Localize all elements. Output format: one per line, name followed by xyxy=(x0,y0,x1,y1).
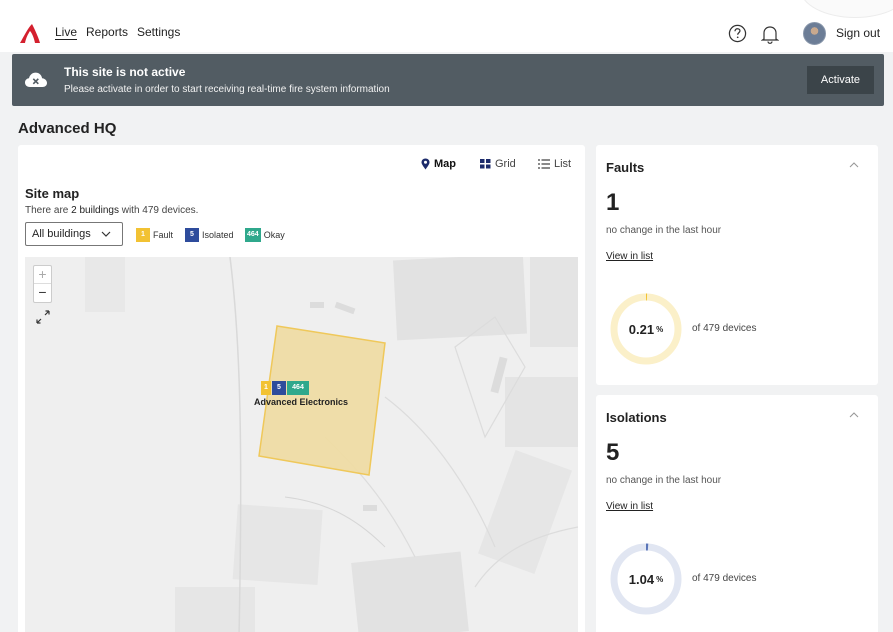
faults-of-devices: of 479 devices xyxy=(692,323,757,334)
subtitle-buildings-count: 2 buildings xyxy=(71,205,119,216)
chevron-down-icon xyxy=(101,231,111,237)
legend-okay-label: Okay xyxy=(263,230,285,240)
brand-logo-icon[interactable] xyxy=(18,22,42,44)
user-avatar[interactable] xyxy=(803,22,826,45)
isolations-title: Isolations xyxy=(606,410,667,425)
isolations-change-text: no change in the last hour xyxy=(606,475,722,486)
marker-isolated-count: 5 xyxy=(272,381,286,395)
list-icon xyxy=(538,159,550,169)
faults-count: 1 xyxy=(606,189,620,216)
legend-isolated-count: 5 xyxy=(185,228,199,242)
page-title: Advanced HQ xyxy=(18,120,117,137)
inactive-site-banner: This site is not active Please activate … xyxy=(12,54,884,106)
view-toggle-grid[interactable]: Grid xyxy=(480,158,516,170)
isolations-card: Isolations 5 no change in the last hour … xyxy=(596,395,878,632)
isolations-count: 5 xyxy=(606,439,620,466)
faults-card: Faults 1 no change in the last hour View… xyxy=(596,145,878,385)
isolations-percent-value: 1.04 xyxy=(628,571,655,587)
nav-link-reports[interactable]: Reports xyxy=(86,25,128,39)
help-icon[interactable] xyxy=(728,24,747,43)
grid-icon xyxy=(480,159,491,169)
collapse-chevron-icon[interactable] xyxy=(849,161,859,169)
nav-link-settings[interactable]: Settings xyxy=(137,25,180,39)
nav-link-live[interactable]: Live xyxy=(55,25,77,39)
legend-okay-count: 464 xyxy=(245,228,261,242)
legend-okay: 464 Okay xyxy=(245,228,285,242)
faults-title: Faults xyxy=(606,160,645,175)
legend-fault-count: 1 xyxy=(136,228,150,242)
faults-view-in-list-link[interactable]: View in list xyxy=(606,251,653,262)
subtitle-text: with 479 devices. xyxy=(118,205,199,216)
site-map-card: Map Grid List Site map There are 2 build… xyxy=(18,145,585,632)
expand-icon[interactable] xyxy=(35,309,51,325)
isolations-percent: 1.04% xyxy=(610,543,682,615)
view-toggle-list-label: List xyxy=(554,158,572,170)
view-toggle-grid-label: Grid xyxy=(495,158,516,170)
view-toggle-list[interactable]: List xyxy=(538,158,571,170)
zoom-control: + − xyxy=(33,265,52,303)
legend-fault: 1 Fault xyxy=(136,228,173,242)
banner-subtitle: Please activate in order to start receiv… xyxy=(64,84,390,95)
faults-change-text: no change in the last hour xyxy=(606,225,722,236)
zoom-out-button[interactable]: − xyxy=(34,284,51,302)
activate-button[interactable]: Activate xyxy=(807,66,874,94)
faults-percent-value: 0.21 xyxy=(628,321,655,337)
map-pin-icon xyxy=(421,158,430,170)
legend-isolated-label: Isolated xyxy=(202,230,234,240)
marker-fault-count: 1 xyxy=(261,381,271,395)
cloud-off-icon xyxy=(25,72,47,87)
site-map-subtitle: There are 2 buildings with 479 devices. xyxy=(25,205,198,216)
building-name-label[interactable]: Advanced Electronics xyxy=(254,397,348,407)
marker-okay-count: 464 xyxy=(287,381,309,395)
site-map-heading: Site map xyxy=(25,186,80,201)
isolations-of-devices: of 479 devices xyxy=(692,573,757,584)
building-status-marker[interactable]: 1 5 464 xyxy=(261,381,309,395)
corner-decoration xyxy=(800,0,893,18)
sign-out-link[interactable]: Sign out xyxy=(836,26,880,40)
building-filter-value: All buildings xyxy=(32,228,91,240)
top-nav: Live Reports Settings Sign out xyxy=(0,0,893,52)
collapse-chevron-icon[interactable] xyxy=(849,411,859,419)
zoom-in-button[interactable]: + xyxy=(34,266,51,284)
banner-title: This site is not active xyxy=(64,65,186,79)
subtitle-text: There are xyxy=(25,205,72,216)
view-toggle-map-label: Map xyxy=(434,158,456,170)
legend-fault-label: Fault xyxy=(153,230,174,240)
site-map-canvas[interactable]: + − xyxy=(25,257,578,632)
view-toggle-map[interactable]: Map xyxy=(421,158,456,170)
notification-bell-icon[interactable] xyxy=(761,24,779,44)
isolations-view-in-list-link[interactable]: View in list xyxy=(606,501,653,512)
faults-percent: 0.21% xyxy=(610,293,682,365)
isolations-percent-unit: % xyxy=(656,574,664,584)
map-background xyxy=(25,257,578,632)
legend-isolated: 5 Isolated xyxy=(185,228,234,242)
building-filter-select[interactable]: All buildings xyxy=(25,222,123,246)
faults-percent-unit: % xyxy=(656,324,664,334)
